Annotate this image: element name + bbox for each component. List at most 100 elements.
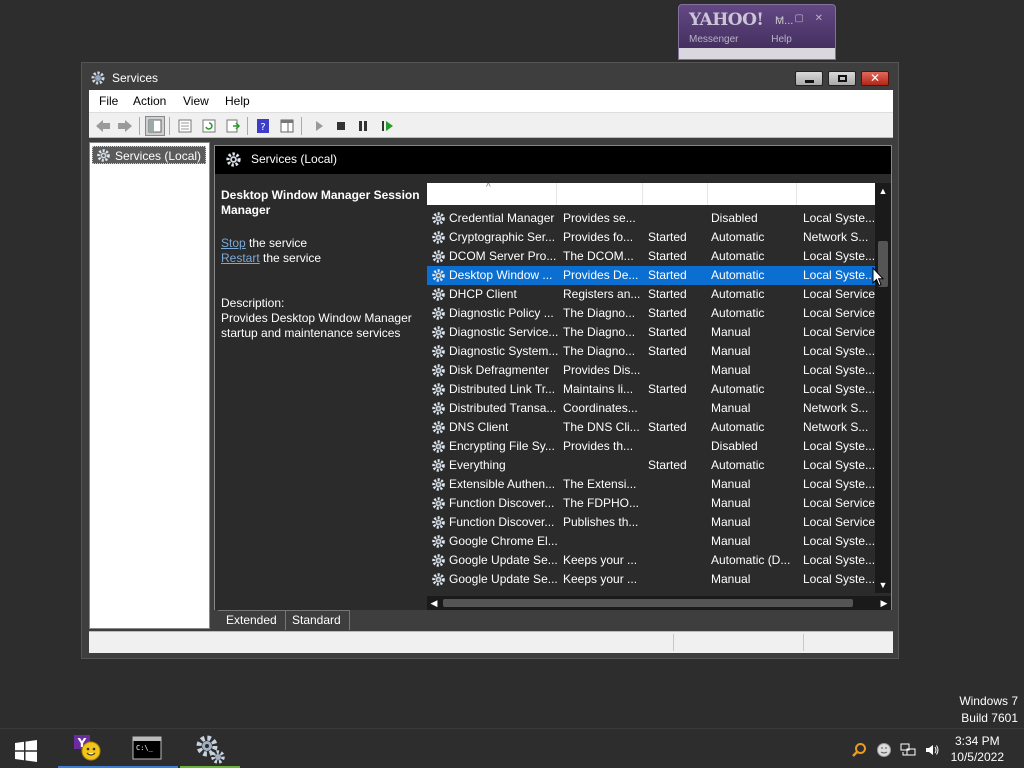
scroll-left-icon[interactable]: ◀ xyxy=(427,596,441,610)
yahoo-menu-help[interactable]: Help xyxy=(771,34,792,45)
table-row[interactable]: Everything Started Automatic Local Syste... xyxy=(427,456,875,475)
column-header-status[interactable] xyxy=(643,183,708,205)
table-row[interactable]: Cryptographic Ser... Provides fo... Starte… xyxy=(427,228,875,247)
yahoo-window-controls[interactable]: – ▢ ✕ xyxy=(778,13,827,24)
properties-button[interactable] xyxy=(175,116,195,136)
table-row[interactable]: Distributed Transa... Coordinates... Manua… xyxy=(427,399,875,418)
service-status: Started xyxy=(648,230,687,244)
table-row[interactable]: DHCP Client Registers an... Started Automat… xyxy=(427,285,875,304)
search-icon[interactable] xyxy=(851,742,867,758)
network-icon[interactable] xyxy=(900,742,916,758)
menu-file[interactable]: File xyxy=(99,94,118,108)
play-icon xyxy=(316,121,323,131)
service-log-on-as: Local Service xyxy=(803,287,875,301)
yahoo-menu: Messenger Help xyxy=(689,34,822,45)
mouse-cursor-icon xyxy=(872,267,884,287)
column-header-log-on-as[interactable] xyxy=(797,183,875,205)
service-log-on-as: Local Syste... xyxy=(803,477,875,491)
service-startup-type: Manual xyxy=(711,344,751,358)
yahoo-window-body xyxy=(679,48,835,59)
service-gear-icon xyxy=(432,497,445,510)
table-row[interactable]: Function Discover... The FDPHO... Manual Lo… xyxy=(427,494,875,513)
pause-service-button[interactable] xyxy=(353,116,373,136)
table-row[interactable]: Google Chrome El... Manual Local Syste... xyxy=(427,532,875,551)
table-row[interactable]: Function Discover... Publishes th... Manua… xyxy=(427,513,875,532)
view-tabs: Extended Standard xyxy=(214,610,892,630)
taskbar-app-services[interactable] xyxy=(180,729,240,768)
tree-item-services-local[interactable]: Services (Local) xyxy=(92,146,207,164)
table-row[interactable]: Google Update Se... Keeps your ... Automat… xyxy=(427,551,875,570)
service-gear-icon xyxy=(432,535,445,548)
table-row[interactable]: Diagnostic Policy ... The Diagno... Starte… xyxy=(427,304,875,323)
export-list-icon xyxy=(226,119,241,133)
scroll-up-icon[interactable]: ▲ xyxy=(875,183,891,199)
services-list[interactable]: ^ Credential Manager Provides se... Disabl… xyxy=(427,183,875,596)
close-button[interactable]: ✕ xyxy=(861,71,889,86)
service-gear-icon xyxy=(432,326,445,339)
service-gear-icon xyxy=(432,250,445,263)
table-row[interactable]: DCOM Server Pro... The DCOM... Started Auto… xyxy=(427,247,875,266)
status-bar-divider xyxy=(673,634,674,651)
horizontal-scroll-thumb[interactable] xyxy=(443,599,853,607)
taskbar-app-yahoo-messenger[interactable]: Y xyxy=(58,729,118,768)
table-row[interactable]: Extensible Authen... The Extensi... Manual… xyxy=(427,475,875,494)
service-name: DHCP Client xyxy=(449,287,517,301)
back-button[interactable] xyxy=(93,116,113,136)
scroll-down-icon[interactable]: ▼ xyxy=(875,577,891,593)
help-button[interactable]: ? xyxy=(253,116,273,136)
service-status: Started xyxy=(648,420,687,434)
column-header-startup-type[interactable] xyxy=(708,183,797,205)
maximize-button[interactable] xyxy=(828,71,856,86)
refresh-button[interactable] xyxy=(199,116,219,136)
restart-service-button[interactable] xyxy=(377,116,397,136)
stop-service-button[interactable] xyxy=(331,116,351,136)
table-row[interactable]: Credential Manager Provides se... Disabled… xyxy=(427,209,875,228)
vertical-scrollbar[interactable]: ▲ ▼ xyxy=(875,183,891,593)
messenger-tray-icon[interactable] xyxy=(876,742,892,758)
column-header-description[interactable] xyxy=(557,183,643,205)
show-action-pane-button[interactable] xyxy=(277,116,297,136)
table-row[interactable]: DNS Client The DNS Cli... Started Automatic… xyxy=(427,418,875,437)
service-startup-type: Automatic xyxy=(711,420,765,434)
refresh-icon xyxy=(202,119,216,133)
menu-bar: File Action View Help xyxy=(89,90,893,112)
table-row[interactable]: Disk Defragmenter Provides Dis... Manual Lo… xyxy=(427,361,875,380)
service-log-on-as: Local Syste... xyxy=(803,344,875,358)
yahoo-menu-messenger[interactable]: Messenger xyxy=(689,34,738,45)
clock-date: 10/5/2022 xyxy=(950,750,1004,764)
pause-icon xyxy=(359,121,367,131)
menu-help[interactable]: Help xyxy=(225,94,250,108)
tab-standard[interactable]: Standard xyxy=(284,610,350,630)
yahoo-messenger-window[interactable]: YAHOO! M... – ▢ ✕ Messenger Help xyxy=(678,4,836,60)
table-row[interactable]: Diagnostic Service... The Diagno... Starte… xyxy=(427,323,875,342)
table-row-selected[interactable]: Desktop Window ... Provides De... Started A… xyxy=(427,266,875,285)
table-row[interactable]: Distributed Link Tr... Maintains li... Sta… xyxy=(427,380,875,399)
scroll-right-icon[interactable]: ▶ xyxy=(877,596,891,610)
os-build: Build 7601 xyxy=(961,711,1018,725)
minimize-button[interactable] xyxy=(795,71,823,86)
taskbar: Y C:\_ 3:34 PM 10/5/2022 xyxy=(0,728,1024,768)
menu-action[interactable]: Action xyxy=(133,94,166,108)
table-row[interactable]: Google Update Se... Keeps your ... Manual L… xyxy=(427,570,875,589)
export-list-button[interactable] xyxy=(223,116,243,136)
forward-button[interactable] xyxy=(115,116,135,136)
show-hide-console-tree-button[interactable] xyxy=(145,116,165,136)
taskbar-app-command-prompt[interactable]: C:\_ xyxy=(118,729,178,768)
tab-extended[interactable]: Extended xyxy=(218,610,286,630)
table-row[interactable]: Encrypting File Sy... Provides th... Disab… xyxy=(427,437,875,456)
clock[interactable]: 3:34 PM 10/5/2022 xyxy=(951,733,1004,765)
menu-view[interactable]: View xyxy=(183,94,209,108)
details-pane: Services (Local) Desktop Window Manager … xyxy=(214,145,892,611)
window-title: Services xyxy=(112,71,159,85)
windows-start-icon[interactable] xyxy=(14,740,38,762)
volume-icon[interactable] xyxy=(924,742,940,758)
stop-service-link[interactable]: Stop xyxy=(221,236,246,250)
title-bar[interactable]: Services ✕ xyxy=(82,63,898,91)
table-row[interactable]: Diagnostic System... The Diagno... Started… xyxy=(427,342,875,361)
column-header-name[interactable] xyxy=(427,183,557,205)
service-name: Diagnostic Policy ... xyxy=(449,306,554,320)
restart-service-link[interactable]: Restart xyxy=(221,251,260,265)
start-service-button[interactable] xyxy=(309,116,329,136)
horizontal-scrollbar[interactable]: ◀ ▶ xyxy=(427,596,891,610)
service-status: Started xyxy=(648,325,687,339)
